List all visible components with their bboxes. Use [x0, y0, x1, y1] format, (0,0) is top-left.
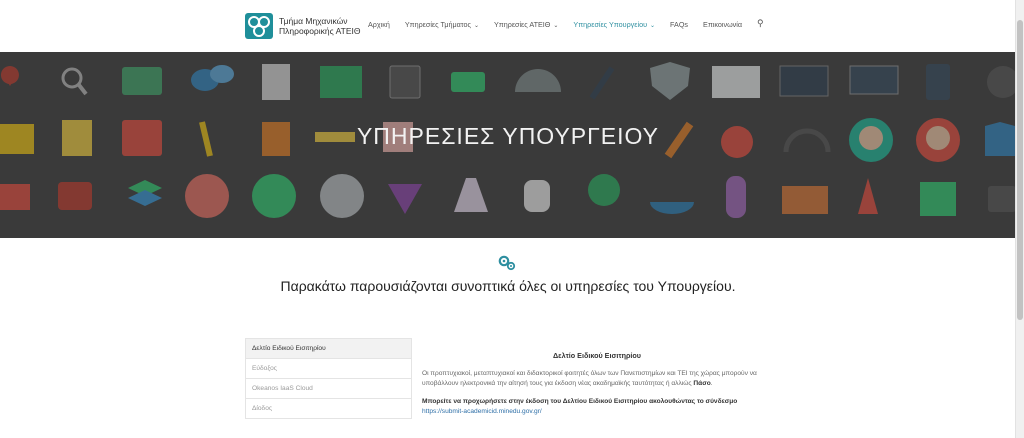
nav-item-label: Υπηρεσίες Υπουργείου	[573, 20, 648, 29]
traffic-cone-icon	[858, 178, 878, 214]
top-navigation-bar: Τμήμα Μηχανικών Πληροφορικής ΑΤΕΙΘ Αρχικ…	[0, 0, 1016, 53]
screwdriver-icon	[589, 66, 615, 100]
content-text-2: Μπορείτε να προχωρήσετε στην έκδοση του …	[422, 398, 738, 405]
close-circle-icon	[320, 174, 364, 218]
monitor-icon	[779, 65, 829, 97]
nav-item-5[interactable]: Επικοινωνία	[703, 20, 742, 29]
diamond-icon	[388, 184, 422, 214]
nav-item-2[interactable]: Υπηρεσίες ΑΤΕΙΘ ⌄	[494, 20, 558, 29]
map-pin-icon	[0, 66, 19, 86]
box-icon	[782, 186, 828, 214]
tablet-icon	[926, 64, 950, 100]
nav-item-4[interactable]: FAQs	[670, 20, 688, 29]
logo-text: Τμήμα Μηχανικών Πληροφορικής ΑΤΕΙΘ	[279, 16, 360, 36]
tab-content-panel: Δελτίο Ειδικού Εισιτηρίου Οι προπτυχιακο…	[422, 351, 772, 425]
gauge-icon	[515, 69, 561, 92]
flask-icon	[454, 178, 488, 212]
heart-icon	[185, 174, 229, 218]
chart-icon	[712, 66, 760, 98]
nav-item-label: FAQs	[670, 20, 689, 29]
gears-icon	[498, 255, 516, 271]
tree-icon	[588, 174, 620, 206]
academic-id-link[interactable]: https://submit-academicid.minedu.gov.gr/	[422, 408, 542, 415]
chat-icon	[122, 67, 162, 95]
battery-icon	[451, 72, 485, 92]
skateboard-icon	[726, 176, 746, 218]
chevron-down-icon: ⌄	[553, 23, 559, 29]
document-icon	[262, 64, 290, 100]
checkmark-icon	[252, 174, 296, 218]
nav-item-label: Υπηρεσίες Τμήματος	[404, 20, 471, 29]
nav-item-label: Επικοινωνία	[703, 20, 743, 29]
floppy-disk-icon	[389, 65, 421, 99]
speaker-icon	[987, 66, 1016, 98]
nav-item-label: Αρχική	[368, 20, 390, 29]
scrollbar-thumb[interactable]	[1017, 20, 1023, 320]
hero-title: ΥΠΗΡΕΣΙΕΣ ΥΠΟΥΡΓΕΙΟΥ	[356, 123, 660, 149]
content-paragraph-1: Οι προπτυχιακοί, μεταπτυχιακοί και διδακ…	[422, 370, 757, 387]
nav-item-0[interactable]: Αρχική	[368, 20, 390, 29]
laptop-icon	[849, 65, 899, 95]
chevron-down-icon: ⌄	[473, 23, 479, 29]
video-play-icon	[58, 182, 92, 210]
site-logo[interactable]: Τμήμα Μηχανικών Πληροφορικής ΑΤΕΙΘ	[245, 13, 360, 39]
hero-banner: ΥΠΗΡΕΣΙΕΣ ΥΠΟΥΡΓΕΙΟΥ	[0, 52, 1016, 238]
content-bold-term: Πάσο	[693, 380, 711, 387]
tab-2[interactable]: Okeanos IaaS Cloud	[246, 378, 411, 398]
logo-icon	[245, 13, 273, 39]
content-paragraph-2: Μπορείτε να προχωρήσετε στην έκδοση του …	[422, 397, 772, 417]
magnifier-icon	[61, 67, 83, 89]
services-tab-list: Δελτίο Ειδικού Εισιτηρίου Εύδοξος Okeanos …	[245, 338, 412, 419]
tab-3[interactable]: Δίοδος	[246, 398, 411, 418]
chevron-down-icon: ⌄	[650, 23, 656, 29]
logo-line-1: Τμήμα Μηχανικών	[279, 16, 348, 26]
nav-item-3[interactable]: Υπηρεσίες Υπουργείου ⌄	[573, 20, 655, 29]
logo-line-2: Πληροφορικής ΑΤΕΙΘ	[279, 26, 361, 36]
camera-icon	[988, 186, 1016, 212]
tooth-icon	[524, 180, 550, 212]
shield-icon	[650, 62, 690, 100]
search-icon[interactable]: ⚲	[757, 18, 764, 29]
tab-1[interactable]: Εύδοξος	[246, 358, 411, 378]
map-icon	[320, 66, 362, 98]
shark-icon	[650, 202, 694, 214]
nav-item-label: Υπηρεσίες ΑΤΕΙΘ	[493, 20, 551, 29]
basket-icon	[0, 184, 30, 210]
main-menu: Αρχική Υπηρεσίες Τμήματος ⌄ Υπηρεσίες ΑΤΕΙΘ…	[368, 18, 779, 29]
books-icon	[920, 182, 956, 216]
scrollbar[interactable]	[1015, 0, 1024, 438]
content-title: Δελτίο Ειδικού Εισιτηρίου	[553, 351, 641, 360]
nav-item-1[interactable]: Υπηρεσίες Τμήματος ⌄	[405, 20, 479, 29]
page-headline: Παρακάτω παρουσιάζονται συνοπτικά όλες ο…	[280, 278, 736, 294]
tab-0[interactable]: Δελτίο Ειδικού Εισιτηρίου	[246, 339, 411, 358]
